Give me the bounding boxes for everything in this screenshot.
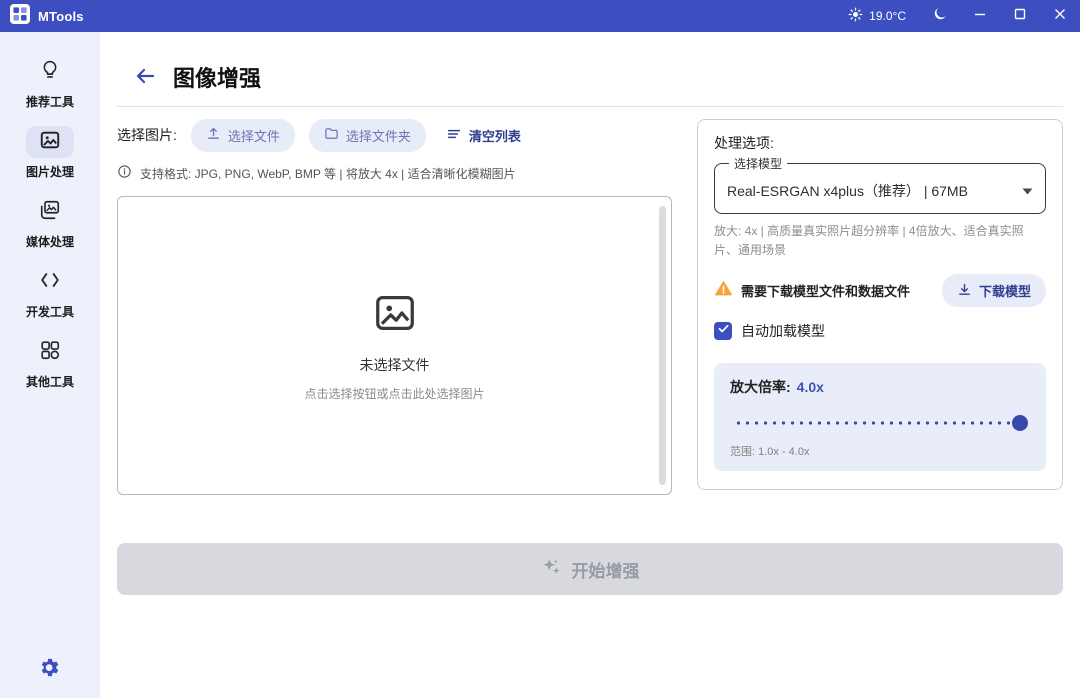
sparkles-icon: [541, 556, 562, 582]
titlebar-right: 19.0°C: [848, 0, 1080, 32]
format-hint: 支持格式: JPG, PNG, WebP, BMP 等 | 将放大 4x | 适…: [117, 164, 672, 182]
checkmark-icon: [717, 322, 730, 340]
scale-value: 4.0x: [796, 379, 824, 396]
sidebar-item-label: 开发工具: [25, 305, 74, 319]
download-icon: [957, 282, 972, 300]
page-title: 图像增强: [173, 66, 262, 91]
sidebar-item-recommended-tools[interactable]: 推荐工具: [26, 56, 74, 110]
upload-icon: [206, 126, 221, 144]
scale-range-label: 范围: 1.0x - 4.0x: [730, 446, 810, 459]
autoload-label: 自动加载模型: [741, 323, 825, 340]
sidebar-item-other-tools[interactable]: 其他工具: [26, 336, 74, 390]
warning-icon: [714, 279, 733, 303]
page-header: 图像增强: [117, 58, 1063, 96]
slider-track: [734, 421, 1026, 426]
back-arrow-icon: [133, 64, 157, 91]
sidebar: 推荐工具 图片处理 媒体处理 开发工具 其他工具: [0, 32, 100, 698]
sidebar-item-label: 媒体处理: [25, 235, 74, 249]
temperature-indicator: 19.0°C: [848, 7, 906, 25]
model-selected-value: Real-ESRGAN x4plus（推荐） | 67MB: [727, 183, 968, 199]
scale-label-row: 放大倍率: 4.0x: [730, 377, 1030, 397]
options-title: 处理选项:: [714, 135, 774, 151]
model-description: 放大: 4x | 高质量真实照片超分辨率 | 4倍放大、适合真实照片、通用场景: [714, 224, 1024, 257]
clear-list-button[interactable]: 清空列表: [440, 119, 527, 152]
image-dropzone[interactable]: 未选择文件 点击选择按钮或点击此处选择图片: [117, 196, 672, 495]
model-select-group: 选择模型 Real-ESRGAN x4plus（推荐） | 67MB: [714, 155, 1046, 214]
close-icon: [1054, 7, 1066, 25]
minimize-icon: [974, 7, 986, 25]
file-selection-section: 选择图片: 选择文件 选择文件夹 清空列表 支持格式: JPG, PNG, We…: [117, 118, 672, 495]
image-icon: [39, 129, 61, 156]
info-icon: [117, 164, 132, 182]
download-warning-row: 需要下载模型文件和数据文件 下载模型: [714, 274, 1046, 308]
sun-icon: [848, 7, 863, 25]
lightbulb-icon: [39, 59, 61, 86]
file-toolbar: 选择图片: 选择文件 选择文件夹 清空列表: [117, 118, 672, 152]
sidebar-item-media-processing[interactable]: 媒体处理: [26, 196, 74, 250]
titlebar-left: MTools: [10, 3, 84, 29]
minimize-button[interactable]: [960, 0, 1000, 32]
dev-tools-icon: [39, 269, 61, 296]
temperature-value: 19.0°C: [869, 9, 906, 23]
image-placeholder-icon: [372, 290, 418, 341]
main-content: 图像增强 选择图片: 选择文件 选择文件夹 清空列表 支持格式: JPG, PN…: [100, 32, 1080, 698]
select-file-label: 选择文件: [227, 128, 280, 144]
caret-down-icon: [1022, 182, 1033, 200]
app-logo-icon: [10, 3, 30, 29]
model-group-label: 选择模型: [734, 157, 783, 171]
app-title: MTools: [38, 8, 84, 24]
select-folder-label: 选择文件夹: [345, 128, 411, 144]
select-folder-button[interactable]: 选择文件夹: [308, 118, 426, 152]
start-enhance-label: 开始增强: [571, 561, 640, 581]
download-warning-text: 需要下载模型文件和数据文件: [741, 284, 911, 300]
close-button[interactable]: [1040, 0, 1080, 32]
other-tools-icon: [39, 339, 61, 366]
header-divider: [117, 106, 1063, 107]
format-hint-text: 支持格式: JPG, PNG, WebP, BMP 等 | 将放大 4x | 适…: [140, 166, 516, 181]
scale-slider[interactable]: [734, 415, 1028, 432]
download-model-button[interactable]: 下载模型: [941, 274, 1046, 308]
select-image-label: 选择图片:: [117, 127, 177, 143]
model-select[interactable]: Real-ESRGAN x4plus（推荐） | 67MB: [727, 178, 1033, 201]
maximize-button[interactable]: [1000, 0, 1040, 32]
settings-button[interactable]: [39, 656, 62, 684]
moon-icon: [932, 6, 948, 27]
scale-factor-card: 放大倍率: 4.0x 范围: 1.0x - 4.0x: [714, 363, 1046, 472]
maximize-icon: [1014, 7, 1026, 25]
start-enhance-button[interactable]: 开始增强: [117, 543, 1063, 595]
empty-state-subtitle: 点击选择按钮或点击此处选择图片: [304, 386, 485, 401]
sidebar-item-dev-tools[interactable]: 开发工具: [26, 266, 74, 320]
theme-toggle-button[interactable]: [920, 0, 960, 32]
sidebar-item-image-processing[interactable]: 图片处理: [25, 126, 74, 180]
slider-handle[interactable]: [1012, 415, 1028, 432]
sidebar-item-label: 推荐工具: [25, 95, 74, 109]
autoload-checkbox-row[interactable]: 自动加载模型: [714, 321, 1046, 341]
app-window: MTools 19.0°C 推荐工具 图片处理 媒体处理 开发工具 其他工具 图…: [0, 0, 1080, 698]
titlebar: MTools 19.0°C: [0, 0, 1080, 32]
clear-list-label: 清空列表: [468, 128, 521, 144]
sidebar-item-label: 其他工具: [25, 375, 74, 389]
back-button[interactable]: [133, 64, 157, 91]
gear-icon: [39, 658, 62, 683]
sidebar-item-label: 图片处理: [25, 165, 74, 179]
list-icon: [446, 126, 462, 145]
select-file-button[interactable]: 选择文件: [190, 118, 295, 152]
dropzone-scrollbar[interactable]: [659, 206, 666, 485]
autoload-checkbox[interactable]: [714, 322, 732, 341]
folder-icon: [324, 126, 339, 144]
scale-label: 放大倍率:: [730, 379, 791, 396]
media-icon: [39, 199, 61, 226]
download-model-label: 下载模型: [978, 284, 1031, 300]
processing-options-panel: 处理选项: 选择模型 Real-ESRGAN x4plus（推荐） | 67MB…: [697, 119, 1063, 491]
empty-state-title: 未选择文件: [359, 356, 430, 373]
